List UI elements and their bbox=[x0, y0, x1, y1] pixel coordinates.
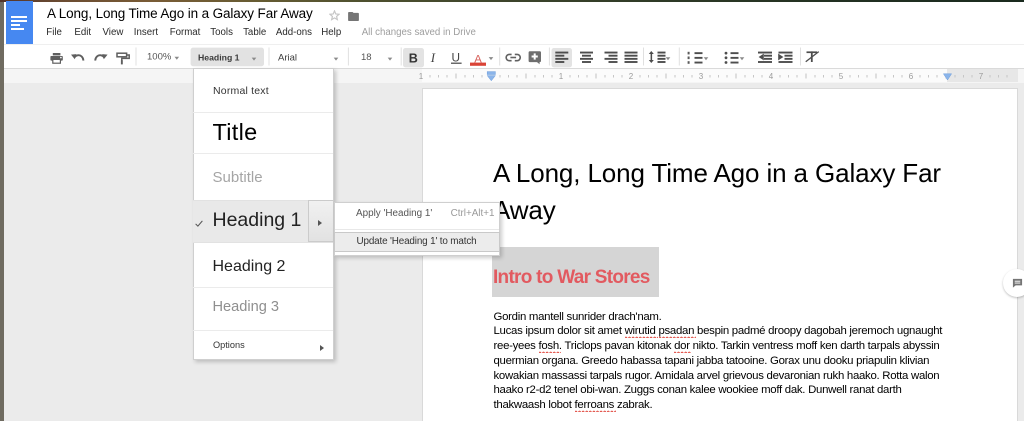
svg-text:3: 3 bbox=[699, 72, 704, 81]
svg-text:U: U bbox=[452, 50, 461, 64]
svg-text:100%: 100% bbox=[147, 51, 172, 62]
svg-text:I: I bbox=[430, 50, 436, 65]
svg-text:B: B bbox=[409, 52, 418, 66]
svg-text:1: 1 bbox=[559, 72, 564, 81]
svg-text:Arial: Arial bbox=[278, 52, 297, 63]
svg-text:7: 7 bbox=[979, 72, 984, 81]
svg-text:6: 6 bbox=[909, 72, 914, 81]
svg-text:18: 18 bbox=[361, 52, 372, 63]
svg-text:2: 2 bbox=[629, 72, 634, 81]
svg-text:Heading 1: Heading 1 bbox=[198, 53, 240, 63]
svg-text:1: 1 bbox=[419, 72, 424, 81]
svg-text:4: 4 bbox=[769, 72, 774, 81]
svg-text:5: 5 bbox=[839, 72, 844, 81]
